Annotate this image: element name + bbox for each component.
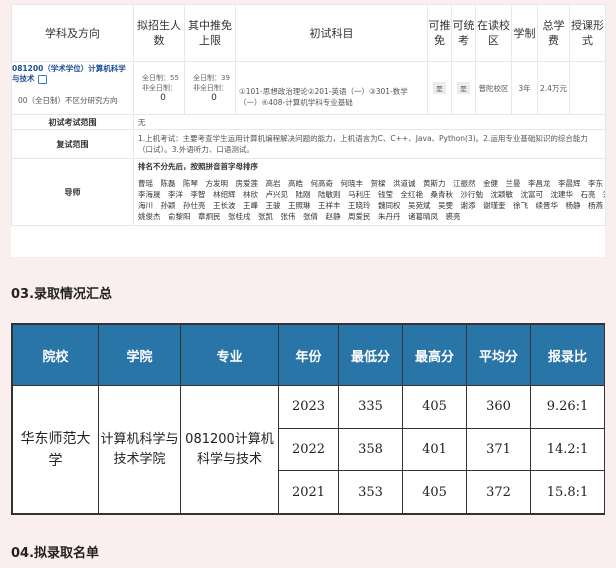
ratio-cell: 14.2:1 [530,427,605,472]
ratio-cell: 9.26:1 [530,385,605,429]
enroll-direction: 0 [160,93,166,103]
header-avg-score: 平均分 [466,324,531,386]
retest-value: 1.上机考试：主要考查学生运用计算机编程解决问题的能力，上机语言为C、C++、J… [133,129,606,159]
header-major: 专业 [180,324,279,386]
header-school: 院校 [12,324,99,386]
section4-title: 04.拟录取名单 [11,546,100,561]
program-row: 081200（学术学位）计算机科学与技术 全日制：55 非全日制： 0 全日制：… [11,61,606,115]
header-max-score: 最高分 [402,324,467,386]
advisor-row: 导师 排名不分先后，按照拼音首字母排序 曹瑶 陈磊 陈琴 方发明 房爱莲 高岩 … [11,158,606,226]
exam-scope-row: 初试考试范围 无 [11,114,606,130]
section3-title: 03.录取情况汇总 [11,287,113,302]
max-score-cell: 405 [402,385,467,429]
school-cell: 华东师范大学 [12,385,99,514]
advisor-line: 李海晟 李洋 李智 林绍辉 林欣 卢兴见 陆刚 陆敏则 马利庄 钱莹 全红艳 桑… [138,190,606,199]
header-college: 学院 [98,324,181,386]
can-tuimian-badge: 是 [433,82,446,94]
admission-header: 院校 学院 专业 年份 最低分 最高分 平均分 报录比 [12,324,605,386]
tuimian-direction: 0 [211,93,217,103]
program-title-cell[interactable]: 081200（学术学位）计算机科学与技术 [11,61,134,86]
header-can-tongkao: 可统考 [451,4,476,62]
can-tongkao-cell: 是 [451,61,476,115]
major-table-header: 学科及方向 拟招生人数 其中推免上限 初试科目 可推免 可统考 在读校区 学制 … [11,4,606,62]
exam-scope-label: 初试考试范围 [11,114,134,130]
retest-label: 复试范围 [11,129,134,159]
direction-cell: 00（全日制）不区分研究方向 [11,86,134,115]
header-min-score: 最低分 [338,324,403,386]
exam-scope-value: 无 [133,114,606,130]
avg-score-cell: 372 [466,470,531,514]
year-cell: 2022 [278,427,339,472]
campus-cell: 普陀校区 [475,61,512,115]
header-duration: 学制 [511,4,538,62]
max-score-cell: 405 [402,470,467,514]
max-score-cell: 401 [402,427,467,472]
min-score-cell: 353 [338,470,403,514]
advisor-note: 排名不分先后，按照拼音首字母排序 [138,162,258,171]
tuimian-fulltime: 全日制：39 [193,74,230,82]
year-cell: 2021 [278,470,339,514]
header-ratio: 报录比 [530,324,605,386]
tuimian-parttime-label: 非全日制： [193,84,228,92]
ratio-cell: 15.8:1 [530,470,605,514]
can-tuimian-cell: 是 [427,61,452,115]
can-tongkao-badge: 是 [457,82,470,94]
admission-summary: 院校 学院 专业 年份 最低分 最高分 平均分 报录比 华东师范大学 计算机科学… [11,323,605,515]
table-row: 华东师范大学 计算机科学与技术学院 081200计算机科学与技术 2023 33… [12,385,605,514]
min-score-cell: 358 [338,427,403,472]
major-info-panel: 学科及方向 拟招生人数 其中推免上限 初试科目 可推免 可统考 在读校区 学制 … [11,4,606,257]
avg-score-cell: 371 [466,427,531,472]
header-enroll: 拟招生人数 [133,4,185,62]
enroll-parttime-label: 非全日制： [142,84,177,92]
enroll-total-cell: 全日制：55 非全日制： 0 [133,61,185,115]
min-score-cell: 335 [338,385,403,429]
header-teaching-mode: 授课形式 [569,4,606,62]
college-cell: 计算机科学与技术学院 [98,385,181,514]
year-cell: 2023 [278,385,339,429]
chat-icon[interactable] [37,74,47,84]
header-campus: 在读校区 [475,4,512,62]
duration-cell: 3年 [511,61,538,115]
exam-subjects-cell: ①101-思想政治理论②201-英语（一）③301-数学（一）④408-计算机学… [235,61,428,115]
advisor-label: 导师 [11,158,134,226]
avg-score-cell: 360 [466,385,531,429]
advisor-line: 曹瑶 陈磊 陈琴 方发明 房爱莲 高岩 高皓 何高奇 何晓丰 贺樑 洪道诚 黄斯… [138,179,603,188]
advisor-line: 姚俊杰 俞黎阳 章炯民 张桂戌 张凯 张伟 张倩 赵静 周爱民 朱丹丹 诸葛晴凤… [138,212,461,221]
admission-table: 院校 学院 专业 年份 最低分 最高分 平均分 报录比 华东师范大学 计算机科学… [12,324,605,514]
header-can-tuimian: 可推免 [427,4,452,62]
enroll-fulltime: 全日制：55 [142,74,179,82]
header-year: 年份 [278,324,339,386]
header-tuimian-limit: 其中推免上限 [184,4,236,62]
tuition-cell: 2.4万元 [537,61,570,115]
major-cell: 081200计算机科学与技术 [180,385,279,514]
advisor-line: 海川 孙颖 孙仕亮 王长波 王峰 王骏 王照琳 王祥丰 王晓玲 魏同权 吴苑斌 … [138,201,603,210]
teaching-mode-cell [569,61,606,115]
header-tuition: 总学费 [537,4,570,62]
major-info-table: 学科及方向 拟招生人数 其中推免上限 初试科目 可推免 可统考 在读校区 学制 … [11,4,606,226]
header-subject: 学科及方向 [11,4,134,62]
tuimian-total-cell: 全日制：39 非全日制： 0 [184,61,236,115]
header-exam-subjects: 初试科目 [235,4,428,62]
program-title[interactable]: 081200（学术学位）计算机科学与技术 [12,64,126,83]
advisor-cell: 排名不分先后，按照拼音首字母排序 曹瑶 陈磊 陈琴 方发明 房爱莲 高岩 高皓 … [133,158,606,226]
retest-row: 复试范围 1.上机考试：主要考查学生运用计算机编程解决问题的能力，上机语言为C、… [11,129,606,159]
